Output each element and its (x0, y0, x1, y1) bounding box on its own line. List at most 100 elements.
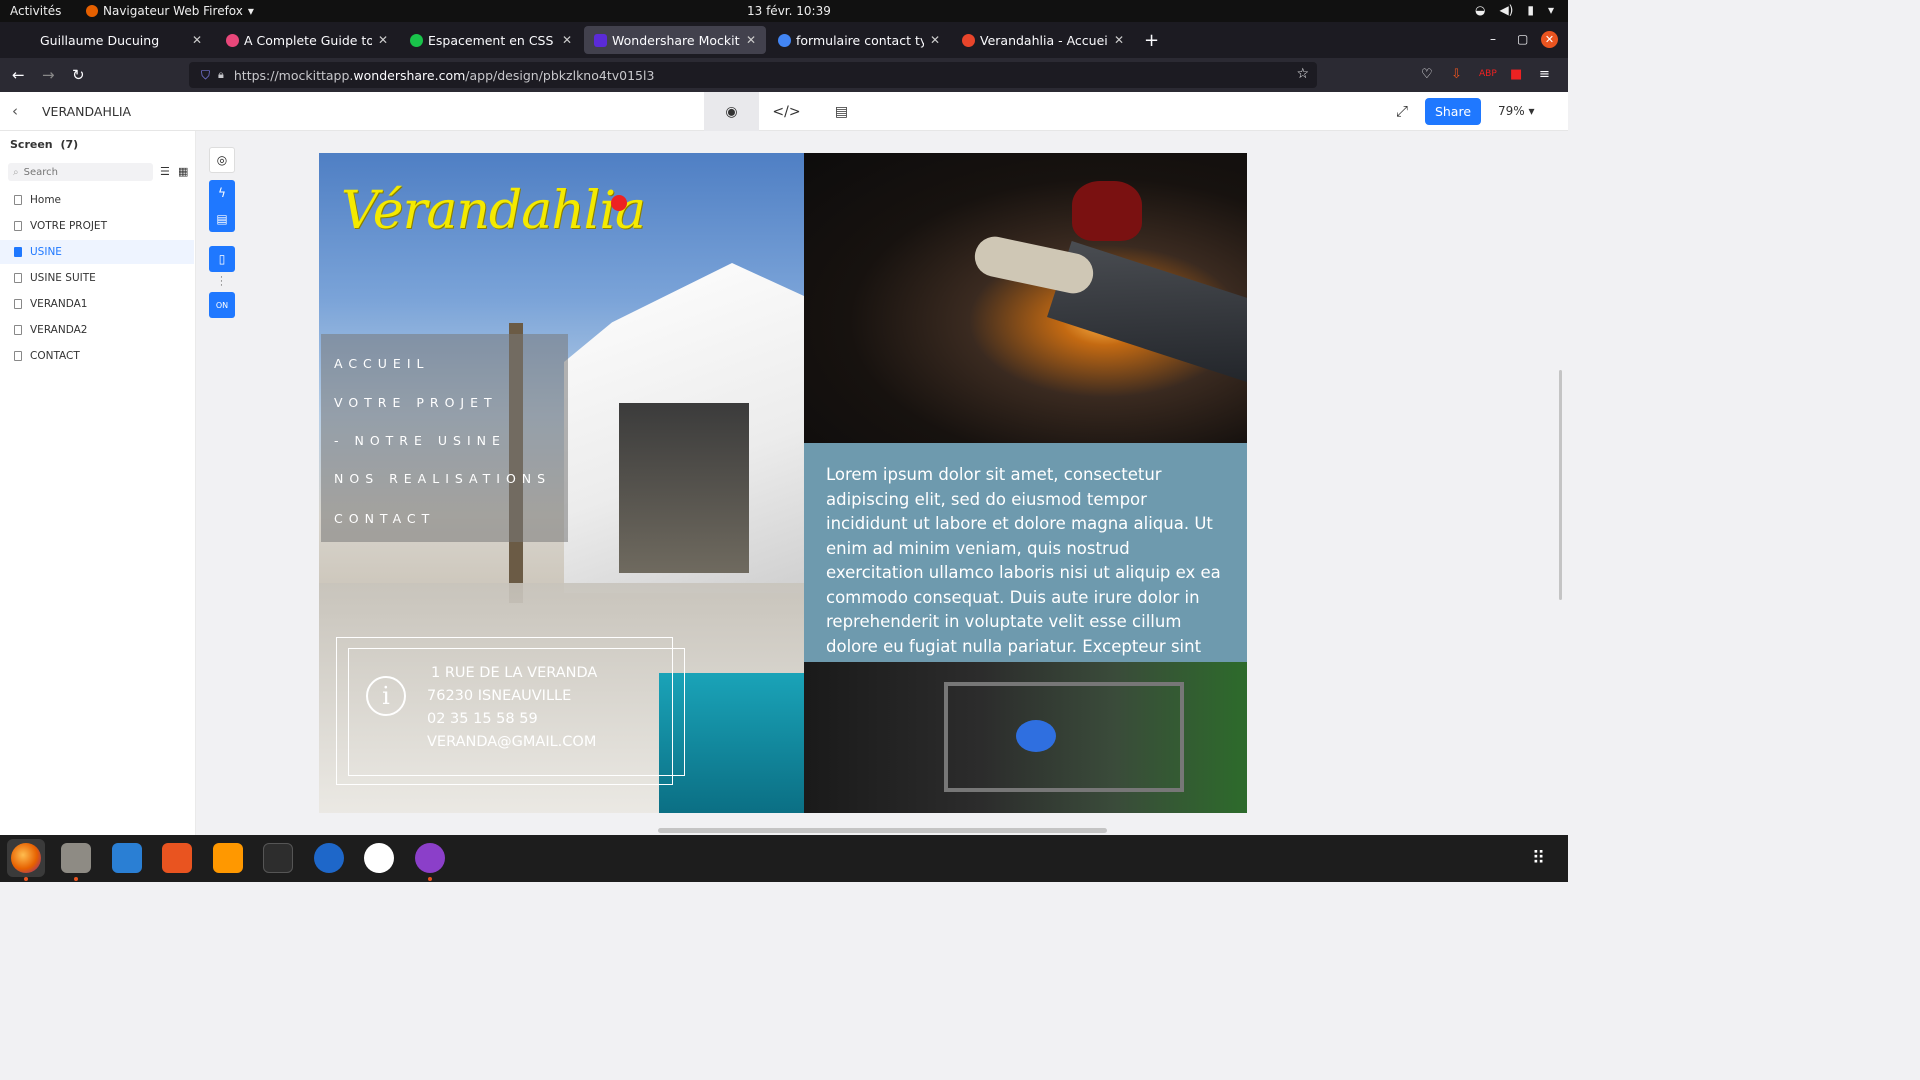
favicon-icon (594, 33, 607, 47)
lock-icon: 🔒︎ (218, 68, 224, 81)
url-bar[interactable]: ⛉ 🔒︎ https://mockittapp. wondershare.com /… (189, 62, 1317, 88)
adblock-icon[interactable]: ABP (1479, 69, 1497, 79)
system-status-area[interactable]: ◒ ◀) ▮ ▾ (1475, 3, 1554, 17)
intro-paragraph: Lorem ipsum dolor sit amet, consectetur … (826, 465, 1221, 662)
page-item-votre-projet[interactable]: VOTRE PROJET (0, 214, 194, 238)
writer-icon[interactable] (112, 843, 142, 873)
page-item-usine[interactable]: USINE (0, 240, 194, 264)
thunderbird-icon[interactable] (314, 843, 344, 873)
power-menu-icon: ▾ (1547, 3, 1554, 17)
url-path: /app/design/pbkzlkno4tv015l3 (465, 67, 655, 83)
favicon-icon (778, 33, 791, 47)
page-label: USINE (30, 246, 62, 258)
address-city: 76230 ISNEAUVILLE (427, 688, 572, 704)
screen-title-label: Screen (10, 138, 53, 151)
page-item-veranda1[interactable]: VERANDA1 (0, 292, 194, 316)
back-arrow-icon[interactable]: ← (12, 66, 25, 84)
page-item-contact[interactable]: CONTACT (0, 344, 194, 368)
app-menu-label: Navigateur Web Firefox (103, 4, 243, 18)
menu-link-accueil[interactable]: ACCUEIL (334, 356, 430, 371)
bookmark-star-icon[interactable]: ☆ (1296, 66, 1309, 82)
horizontal-scrollbar[interactable] (658, 828, 1107, 833)
menu-link-notre-usine[interactable]: - NOTRE USINE (334, 433, 506, 448)
menu-link-votre-projet[interactable]: VOTRE PROJET (334, 395, 498, 410)
close-tab-icon[interactable]: ✕ (562, 33, 572, 47)
tab-title: Wondershare Mockitt - V (612, 32, 740, 48)
wifi-icon: ◒ (1474, 3, 1486, 17)
page-label: VERANDA2 (30, 324, 88, 336)
browser-tab[interactable]: formulaire contact type - ✕ (768, 26, 950, 54)
hamburger-menu-icon[interactable]: ≡ (1539, 67, 1550, 82)
target-icon[interactable]: ◎ (209, 147, 235, 173)
tab-title: Verandahlia - Accueil (980, 32, 1108, 48)
page-item-veranda2[interactable]: VERANDA2 (0, 318, 194, 342)
screen-search[interactable]: ⌕ (8, 163, 153, 181)
firefox-icon[interactable] (11, 843, 41, 873)
close-tab-icon[interactable]: ✕ (930, 33, 940, 47)
show-applications-icon[interactable]: ⠿ (1532, 849, 1552, 869)
page-label: CONTACT (30, 350, 80, 362)
notes-icon[interactable]: ▤ (209, 206, 235, 232)
email-address: VERANDA@GMAIL.COM (427, 734, 597, 750)
media-player-icon[interactable] (364, 843, 394, 873)
minimize-icon[interactable]: – (1490, 32, 1496, 46)
page-item-home[interactable]: Home (0, 188, 194, 212)
maximize-icon[interactable]: ▢ (1517, 32, 1528, 46)
tab-title: Espacement en CSS (padd (428, 32, 556, 48)
extension-icon[interactable]: ■ (1510, 67, 1522, 82)
ubuntu-dock: ⠿ (0, 835, 1568, 882)
software-center-icon[interactable] (162, 843, 192, 873)
forward-arrow-icon[interactable]: → (42, 66, 55, 84)
close-tab-icon[interactable]: ✕ (378, 33, 388, 47)
zoom-select[interactable]: 79% ▾ (1498, 104, 1535, 118)
download-icon[interactable]: ⇩ (1451, 67, 1462, 82)
page-icon (14, 325, 22, 335)
preview-eye-icon[interactable]: ◉ (704, 92, 759, 131)
volume-icon: ◀) (1499, 3, 1514, 17)
browser-tab[interactable]: Guillaume Ducuing ✕ (30, 26, 212, 54)
activities-button[interactable]: Activités (10, 4, 61, 18)
firefox-icon (86, 5, 98, 17)
terminal-icon[interactable] (263, 843, 293, 873)
close-tab-icon[interactable]: ✕ (746, 33, 756, 47)
list-view-icon[interactable]: ☰ (160, 165, 170, 178)
menu-link-contact[interactable]: CONTACT (334, 511, 435, 526)
zoom-value: 79% (1498, 104, 1525, 118)
running-indicator (24, 877, 28, 881)
design-artboard[interactable]: Vérandahlia ACCUEIL VOTRE PROJET - NOTRE… (319, 153, 1247, 813)
close-window-icon[interactable]: ✕ (1541, 31, 1558, 48)
device-icon[interactable]: ▯ (209, 246, 235, 272)
browser-tab[interactable]: Espacement en CSS (padd ✕ (400, 26, 582, 54)
new-tab-icon[interactable]: + (1144, 30, 1159, 51)
close-tab-icon[interactable]: ✕ (192, 33, 202, 47)
browser-tab[interactable]: A Complete Guide to Flex ✕ (216, 26, 398, 54)
files-icon[interactable] (61, 843, 91, 873)
browser-tab-active[interactable]: Wondershare Mockitt - V ✕ (584, 26, 766, 54)
app-menu[interactable]: Navigateur Web Firefox ▾ (86, 4, 254, 18)
browser-tab[interactable]: Verandahlia - Accueil ✕ (952, 26, 1134, 54)
back-chevron-icon[interactable]: ‹ (12, 102, 18, 120)
github-desktop-icon[interactable] (415, 843, 445, 873)
page-icon (14, 221, 22, 231)
comment-icon[interactable]: ▤ (814, 92, 869, 131)
menu-link-realisations[interactable]: NOS REALISATIONS (334, 471, 551, 486)
toggle-on-icon[interactable]: ON (209, 292, 235, 318)
reload-icon[interactable]: ↻ (72, 66, 85, 84)
fullscreen-icon[interactable]: ⤢ (1396, 102, 1408, 120)
pocket-icon[interactable]: ♡ (1421, 67, 1433, 82)
more-dots-icon[interactable]: · · · (220, 274, 223, 291)
sublime-text-icon[interactable] (213, 843, 243, 873)
share-button[interactable]: Share (1425, 98, 1481, 125)
battery-icon: ▮ (1527, 3, 1534, 17)
page-item-usine-suite[interactable]: USINE SUITE (0, 266, 194, 290)
grid-view-icon[interactable]: ▦ (178, 165, 188, 178)
close-tab-icon[interactable]: ✕ (1114, 33, 1124, 47)
page-icon (14, 351, 22, 361)
lightning-icon[interactable]: ϟ (209, 180, 235, 206)
vertical-scrollbar[interactable] (1559, 370, 1562, 600)
search-input[interactable] (23, 166, 134, 178)
code-icon[interactable]: </> (759, 92, 814, 131)
favicon-icon (962, 33, 975, 47)
running-indicator (74, 877, 78, 881)
clock[interactable]: 13 févr. 10:39 (747, 4, 831, 18)
